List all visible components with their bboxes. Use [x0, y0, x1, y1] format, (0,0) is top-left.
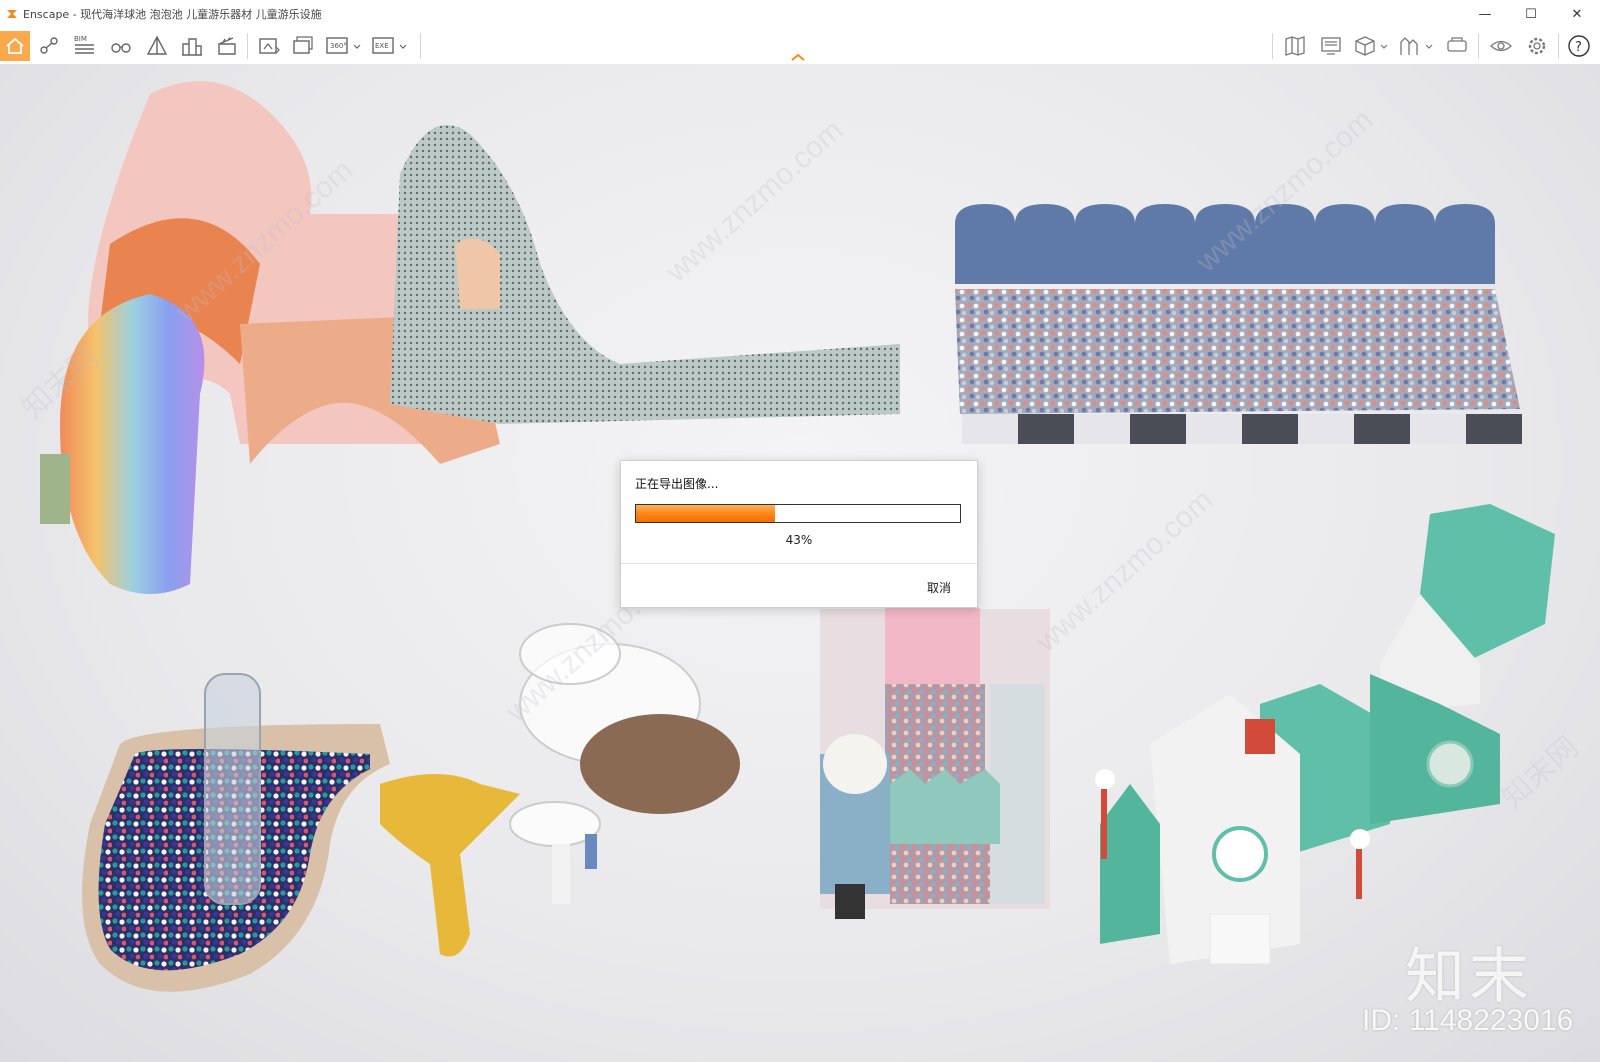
gear-icon: [1528, 37, 1546, 55]
toolbar-separator: [1478, 33, 1479, 59]
buildings-button[interactable]: [177, 31, 207, 61]
enscape-logo-icon: [7, 10, 17, 18]
panorama-360-icon: 360°: [326, 37, 361, 54]
batch-render-icon: [293, 36, 313, 54]
display-button[interactable]: [1316, 31, 1346, 61]
svg-text:BIM: BIM: [74, 35, 87, 43]
buildings-icon: [182, 38, 202, 56]
perspective-button[interactable]: [142, 31, 172, 61]
svg-text:EXE: EXE: [375, 42, 389, 50]
window-titlebar: Enscape - 现代海洋球池 泡泡池 儿童游乐器材 儿童游乐设施 — ☐ ✕: [0, 0, 1600, 28]
svg-text:?: ?: [1575, 40, 1582, 55]
window-title: Enscape - 现代海洋球池 泡泡池 儿童游乐器材 儿童游乐设施: [23, 8, 322, 21]
asset-library-icon: [1400, 37, 1433, 55]
asset-library-button[interactable]: [1397, 31, 1437, 61]
progress-bar-fill: [636, 505, 776, 522]
svg-text:360°: 360°: [330, 42, 347, 50]
cube-button[interactable]: [1352, 31, 1392, 61]
minimize-button[interactable]: —: [1462, 0, 1508, 28]
dialog-title: 正在导出图像...: [635, 477, 719, 491]
maximize-button[interactable]: ☐: [1508, 0, 1554, 28]
progress-percent-label: 43%: [785, 533, 813, 547]
help-button[interactable]: ?: [1564, 31, 1594, 61]
screenshot-icon: [259, 38, 280, 54]
window-controls: — ☐ ✕: [1462, 0, 1600, 28]
export-exe-icon: EXE: [372, 37, 407, 54]
close-button[interactable]: ✕: [1554, 0, 1600, 28]
eye-icon: [1490, 40, 1512, 52]
export-progress-bar: [635, 504, 961, 523]
batch-render-button[interactable]: [289, 31, 319, 61]
screenshot-button[interactable]: [254, 31, 284, 61]
binoculars-icon: [111, 43, 131, 53]
help-icon: ?: [1568, 35, 1590, 57]
path-icon: [40, 37, 58, 54]
display-icon: [1321, 37, 1341, 55]
clapper-icon: [218, 37, 236, 55]
export-progress-dialog: 正在导出图像... 43% 取消: [620, 460, 978, 608]
toolbar-separator: [1558, 33, 1559, 59]
cube-icon: [1355, 36, 1388, 56]
settings-button[interactable]: [1522, 31, 1552, 61]
clapper-button[interactable]: [212, 31, 242, 61]
perspective-icon: [146, 35, 168, 55]
znzmo-logo-watermark: 知末: [1405, 942, 1533, 1012]
map-button[interactable]: [1280, 31, 1310, 61]
visual-settings-button[interactable]: [1486, 31, 1516, 61]
toolbar-separator: [247, 33, 248, 59]
toolbar-separator: [1272, 33, 1273, 59]
panorama-button[interactable]: 360°: [324, 31, 364, 61]
toolbar-separator: [420, 33, 421, 59]
bim-button[interactable]: BIM: [70, 31, 100, 61]
collapse-toolbar-icon[interactable]: [790, 52, 806, 62]
bim-icon: BIM: [74, 35, 94, 54]
dialog-divider: [621, 563, 977, 564]
vr-headset-icon: [1447, 37, 1467, 52]
video-path-button[interactable]: [34, 31, 64, 61]
home-button[interactable]: [0, 31, 30, 61]
vr-button[interactable]: [1442, 31, 1472, 61]
walk-mode-button[interactable]: [106, 31, 136, 61]
asset-id-watermark: ID: 1148223016: [1362, 1004, 1574, 1037]
home-icon: [6, 37, 24, 54]
map-icon: [1285, 36, 1305, 56]
cancel-button[interactable]: 取消: [927, 579, 951, 596]
export-exe-button[interactable]: EXE: [370, 31, 410, 61]
